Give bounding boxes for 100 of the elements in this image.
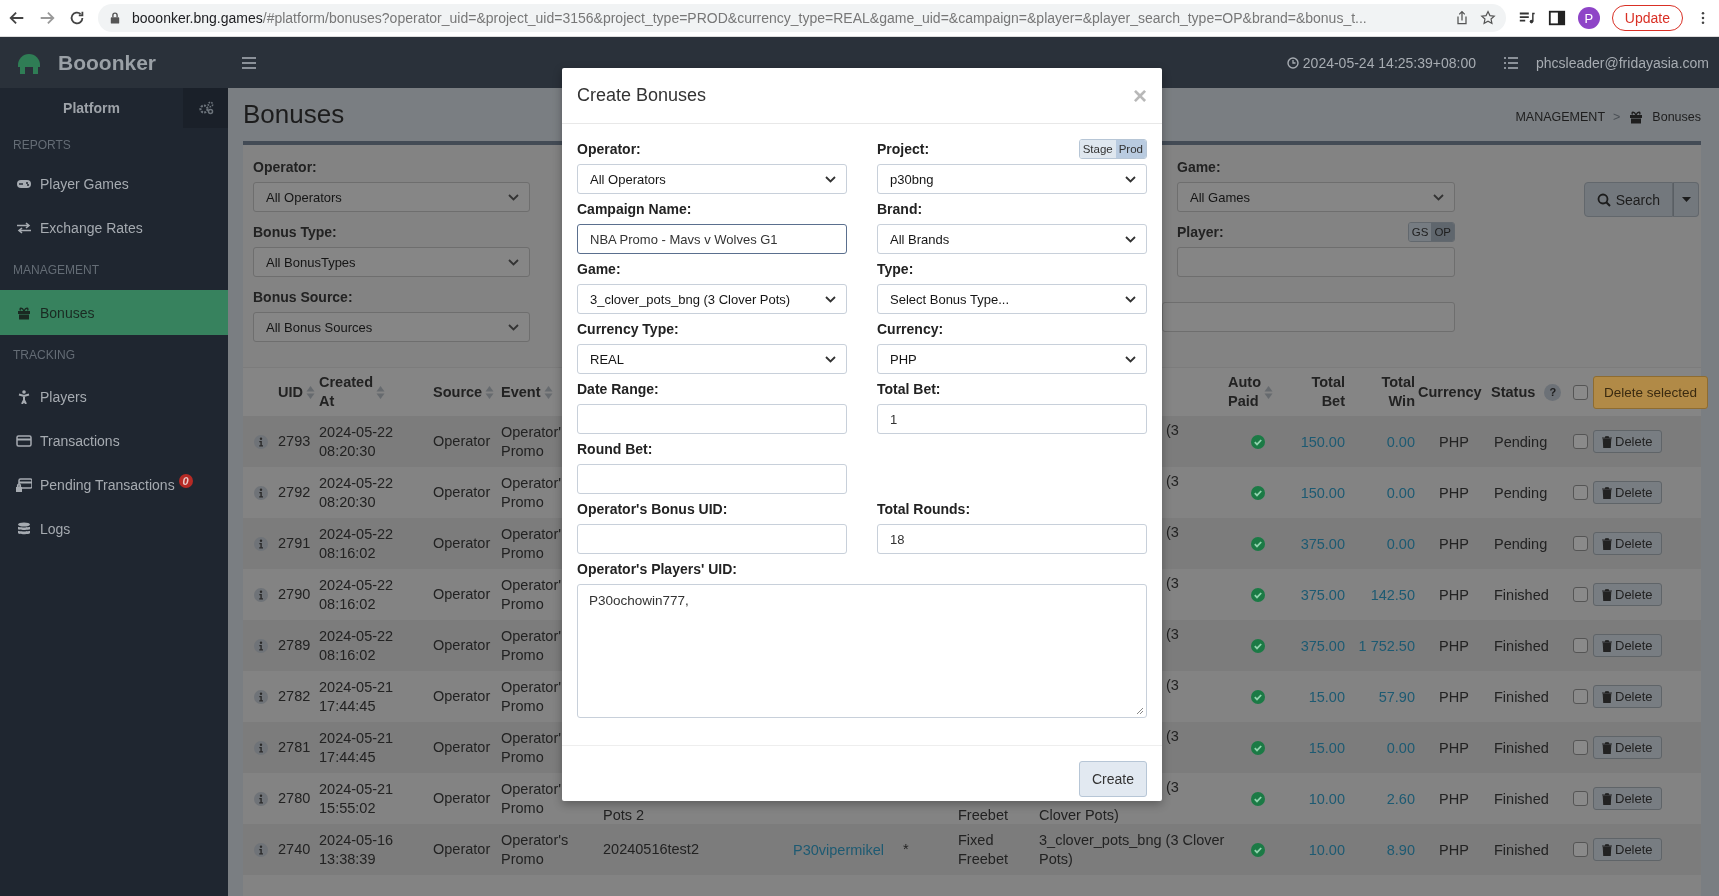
info-icon[interactable]: [253, 791, 268, 806]
delete-button[interactable]: Delete: [1593, 532, 1662, 555]
amount-link[interactable]: 0.00: [1386, 484, 1415, 501]
info-icon[interactable]: [253, 638, 268, 653]
delete-selected-button[interactable]: Delete selected: [1593, 375, 1709, 409]
delete-button[interactable]: Delete: [1593, 685, 1662, 708]
row-checkbox[interactable]: [1573, 842, 1588, 857]
select-all-checkbox[interactable]: [1573, 384, 1588, 400]
table-cell: Operator' Promo: [501, 626, 561, 665]
sidebar-item[interactable]: Pending Transactions 0: [0, 463, 228, 507]
breadcrumb-link[interactable]: Bonuses: [1652, 109, 1701, 124]
help-badge[interactable]: ?: [1544, 383, 1562, 401]
resize-grip-icon[interactable]: [1135, 706, 1144, 715]
column-header[interactable]: Source: [433, 382, 495, 402]
table-cell: PHP: [1439, 841, 1469, 858]
user-email[interactable]: phcsleader@fridayasia.com: [1536, 54, 1709, 71]
list-icon[interactable]: [1504, 56, 1519, 69]
delete-button[interactable]: Delete: [1593, 736, 1662, 759]
delete-button[interactable]: Delete: [1593, 838, 1662, 861]
chevron-down-icon: [508, 258, 519, 266]
search-button[interactable]: Search: [1583, 182, 1673, 217]
table-cell: Operator: [433, 688, 491, 705]
sort-icon[interactable]: [1264, 384, 1273, 400]
info-icon[interactable]: [253, 536, 268, 551]
table-cell: Operator: [433, 433, 491, 450]
table-cell: (3: [1166, 677, 1179, 693]
delete-button[interactable]: Delete: [1593, 583, 1662, 606]
toggle-option[interactable]: OP: [1431, 223, 1454, 241]
toggle-option[interactable]: Prod: [1115, 140, 1146, 158]
trash-icon: [1602, 486, 1612, 499]
sidebar-item[interactable]: Logs: [0, 507, 228, 551]
table-cell-text: 2024-05-22 08:20:30: [319, 422, 395, 461]
text-field[interactable]: 18: [877, 524, 1147, 554]
chevron-down-icon: [825, 175, 836, 183]
sidebar-item[interactable]: Bonuses: [0, 290, 228, 335]
sort-icon[interactable]: [306, 384, 315, 400]
select-field[interactable]: All BonusTypes: [253, 247, 530, 277]
row-checkbox[interactable]: [1573, 638, 1588, 653]
info-icon[interactable]: [253, 689, 268, 704]
profile-avatar[interactable]: P: [1577, 7, 1600, 29]
column-header: Total Win: [1381, 373, 1415, 411]
select-field[interactable]: All Operators: [253, 182, 530, 212]
row-checkbox[interactable]: [1573, 740, 1588, 755]
text-field[interactable]: [1162, 302, 1455, 332]
table-cell-text: 2024-05-16 13:38:39: [319, 830, 395, 869]
sidebar-item[interactable]: Players: [0, 375, 228, 419]
table-cell-text: 2024-05-22 08:16:02: [319, 626, 395, 665]
select-field[interactable]: All Brands: [877, 224, 1147, 254]
row-checkbox[interactable]: [1573, 791, 1588, 806]
table-cell: 2782: [278, 688, 311, 705]
toggle-option[interactable]: Stage: [1079, 140, 1116, 158]
select-field[interactable]: Select Bonus Type...: [877, 284, 1147, 314]
breadcrumb-link[interactable]: MANAGEMENT: [1515, 109, 1606, 124]
toggle-option[interactable]: GS: [1408, 223, 1432, 241]
select-field[interactable]: All Bonus Sources: [253, 312, 530, 342]
sidebar-item[interactable]: Exchange Rates: [0, 206, 228, 250]
info-icon[interactable]: [253, 842, 268, 857]
info-icon[interactable]: [253, 485, 268, 500]
sort-icon[interactable]: [376, 384, 385, 400]
select-field[interactable]: REAL: [577, 344, 847, 374]
sort-icon[interactable]: [543, 384, 553, 400]
reload-icon[interactable]: [68, 9, 86, 27]
star-icon[interactable]: [1479, 10, 1496, 26]
text-field[interactable]: 1: [877, 404, 1147, 434]
column-header[interactable]: Event: [501, 382, 553, 402]
info-icon[interactable]: [253, 587, 268, 602]
row-checkbox[interactable]: [1573, 485, 1588, 500]
delete-button[interactable]: Delete: [1593, 634, 1662, 657]
info-icon[interactable]: [253, 740, 268, 755]
delete-button[interactable]: Delete: [1593, 787, 1662, 810]
select-field[interactable]: p30bng: [877, 164, 1147, 194]
row-checkbox[interactable]: [1573, 434, 1588, 449]
row-checkbox[interactable]: [1573, 587, 1588, 602]
delete-button[interactable]: Delete: [1593, 430, 1662, 453]
create-button[interactable]: Create: [1078, 761, 1147, 797]
amount-link[interactable]: 10.00: [1308, 790, 1345, 807]
delete-button[interactable]: Delete: [1593, 481, 1662, 504]
column-header[interactable]: Auto Paid: [1228, 373, 1273, 411]
row-checkbox[interactable]: [1573, 536, 1588, 551]
textarea-field[interactable]: P30ochowin777,: [577, 584, 1147, 718]
address-bar[interactable]: booonker.bng.games/#platform/bonuses?operator_uid=&project_uid=3156&project_type=PROD&currency_type=REAL&game_uid=&campaign=&player=&player_search_type=OP&brand=&bonus_t...: [98, 4, 1506, 32]
info-icon[interactable]: [253, 434, 268, 449]
select-field[interactable]: All Operators: [577, 164, 847, 194]
text-field[interactable]: NBA Promo - Mavs v Wolves G1: [577, 224, 847, 254]
menu-icon[interactable]: [242, 56, 256, 69]
sort-icon[interactable]: [485, 384, 495, 400]
sidebar-item[interactable]: Transactions: [0, 419, 228, 463]
forward-icon[interactable]: [38, 9, 56, 27]
select-field[interactable]: 3_clover_pots_bng (3 Clover Pots): [577, 284, 847, 314]
select-field[interactable]: All Games: [1177, 182, 1455, 212]
settings-button[interactable]: [183, 88, 228, 128]
select-field[interactable]: PHP: [877, 344, 1147, 374]
row-checkbox[interactable]: [1573, 689, 1588, 704]
dropdown-toggle[interactable]: [1673, 182, 1699, 217]
back-icon[interactable]: [8, 9, 26, 27]
side-panel-icon[interactable]: [1547, 9, 1566, 27]
caret-icon: [1681, 197, 1691, 202]
column-header[interactable]: Created At: [319, 373, 385, 411]
column-header[interactable]: UID: [278, 382, 315, 402]
sidebar-item[interactable]: Player Games: [0, 162, 228, 206]
